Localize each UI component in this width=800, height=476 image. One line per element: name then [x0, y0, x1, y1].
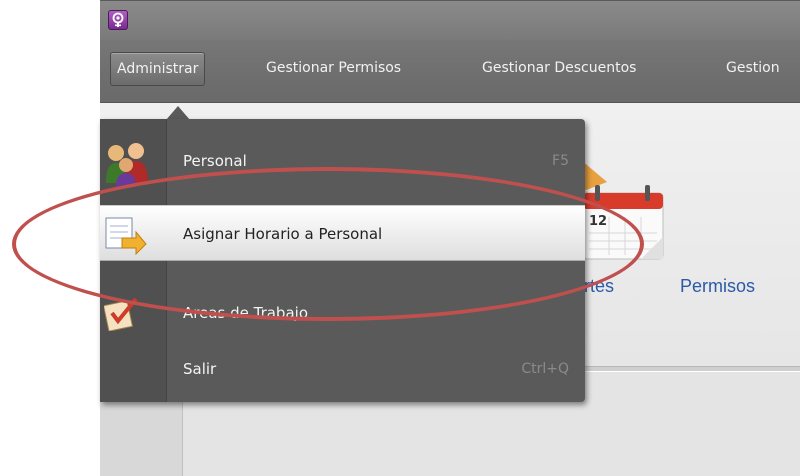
menu-item-personal-label: Personal [183, 152, 247, 170]
menu-item-salir-label: Salir [183, 360, 217, 378]
menu-item-personal[interactable]: Personal F5 [100, 133, 585, 189]
calendar-day-number: 12 [589, 214, 607, 229]
menu-administrar[interactable]: Administrar [110, 52, 206, 86]
schedule-assign-icon [104, 216, 148, 260]
app-logo-icon[interactable] [108, 10, 128, 30]
reports-label[interactable]: rtes [584, 276, 614, 297]
title-bar [100, 0, 800, 41]
calendar-icon[interactable]: 12 [581, 181, 665, 267]
menu-gestion[interactable]: Gestion [726, 52, 780, 84]
menu-item-asignar-horario[interactable]: Asignar Horario a Personal [100, 205, 585, 261]
menu-item-areas-trabajo[interactable]: Areas de Trabajo [100, 285, 585, 341]
menu-gestionar-permisos[interactable]: Gestionar Permisos [266, 52, 401, 84]
menu-gestionar-descuentos[interactable]: Gestionar Descuentos [482, 52, 636, 84]
people-icon [104, 139, 150, 191]
menu-item-salir[interactable]: Salir Ctrl+Q [100, 341, 585, 397]
permisos-label[interactable]: Permisos [680, 276, 755, 297]
menu-item-personal-shortcut: F5 [552, 153, 569, 169]
menu-bar: Administrar Gestionar Permisos Gestionar… [100, 40, 800, 103]
menu-item-asignar-horario-label: Asignar Horario a Personal [183, 225, 383, 243]
dropdown-pointer [166, 106, 190, 120]
administrar-dropdown: Personal F5 Asignar Horario a Personal A… [100, 119, 585, 402]
menu-item-salir-shortcut: Ctrl+Q [521, 361, 569, 377]
checklist-icon [102, 295, 140, 335]
menu-item-areas-trabajo-label: Areas de Trabajo [183, 304, 308, 322]
